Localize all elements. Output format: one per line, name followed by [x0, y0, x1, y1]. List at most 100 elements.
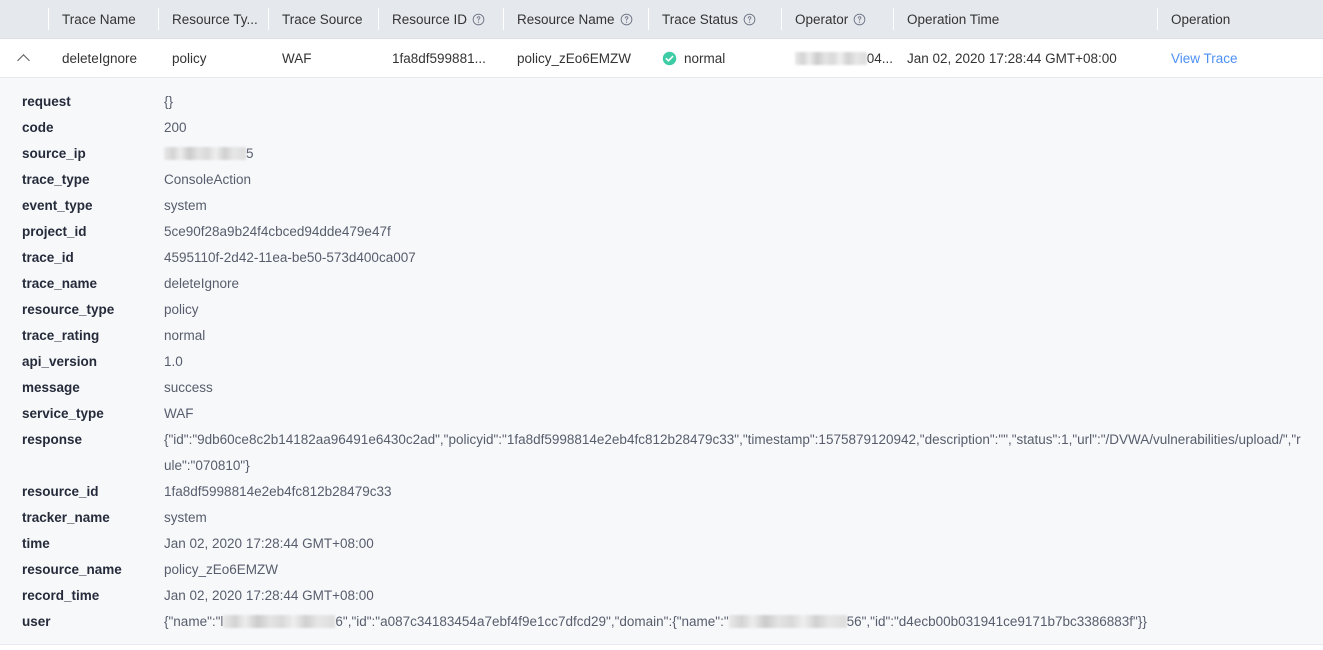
column-header-label: Trace Name — [62, 11, 136, 27]
detail-value: 1.0 — [164, 354, 183, 369]
cell-trace-status: normal — [648, 39, 781, 77]
trace-detail-panel: request {} code 200 source_ip 5 trace_ty… — [0, 78, 1323, 645]
cell-operator: 04... — [781, 39, 893, 77]
detail-row-trace-type: trace_type ConsoleAction — [0, 167, 1323, 193]
detail-label: event_type — [22, 198, 93, 213]
column-header-trace-status[interactable]: Trace Status — [648, 0, 781, 38]
detail-label: record_time — [22, 588, 100, 603]
redacted-operator — [795, 51, 867, 65]
detail-row-request: request {} — [0, 89, 1323, 115]
operator-suffix: 04... — [866, 50, 893, 66]
detail-row-resource-name: resource_name policy_zEo6EMZW — [0, 557, 1323, 583]
cell-operation-time: Jan 02, 2020 17:28:44 GMT+08:00 — [893, 39, 1157, 77]
help-circle-icon[interactable] — [743, 13, 756, 26]
help-circle-icon[interactable] — [620, 13, 633, 26]
cell-resource-id: 1fa8df599881... — [378, 39, 503, 77]
table-row[interactable]: deleteIgnore policy WAF 1fa8df599881... … — [0, 39, 1323, 78]
column-header-operator[interactable]: Operator — [781, 0, 893, 38]
column-header-label: Operator — [795, 11, 849, 27]
column-header-resource-name[interactable]: Resource Name — [503, 0, 648, 38]
view-trace-link[interactable]: View Trace — [1171, 51, 1238, 66]
detail-label: trace_id — [22, 250, 74, 265]
detail-row-message: message success — [0, 375, 1323, 401]
column-header-resource-type[interactable]: Resource Ty... — [158, 0, 268, 38]
detail-label: tracker_name — [22, 510, 110, 525]
detail-row-trace-name: trace_name deleteIgnore — [0, 271, 1323, 297]
detail-row-event-type: event_type system — [0, 193, 1323, 219]
column-header-label: Trace Source — [282, 11, 363, 27]
detail-row-trace-rating: trace_rating normal — [0, 323, 1323, 349]
detail-row-api-version: api_version 1.0 — [0, 349, 1323, 375]
detail-label: trace_name — [22, 276, 98, 291]
detail-row-project-id: project_id 5ce90f28a9b24f4cbced94dde479e… — [0, 219, 1323, 245]
cell-value: WAF — [282, 50, 312, 66]
detail-label: api_version — [22, 354, 98, 369]
row-expand-toggle[interactable] — [0, 39, 48, 77]
column-header-trace-source[interactable]: Trace Source — [268, 0, 378, 38]
status-label: normal — [684, 50, 726, 66]
detail-row-resource-id: resource_id 1fa8df5998814e2eb4fc812b2847… — [0, 479, 1323, 505]
detail-value: normal — [164, 328, 206, 343]
column-header-label: Resource Name — [517, 11, 615, 27]
detail-value: ConsoleAction — [164, 172, 252, 187]
detail-label: resource_name — [22, 562, 122, 577]
source-ip-suffix: 5 — [246, 146, 254, 161]
cell-trace-source: WAF — [268, 39, 378, 77]
detail-label: trace_rating — [22, 328, 100, 343]
table-header-row: Trace Name Resource Ty... Trace Source R… — [0, 0, 1323, 39]
detail-row-service-type: service_type WAF — [0, 401, 1323, 427]
detail-row-record-time: record_time Jan 02, 2020 17:28:44 GMT+08… — [0, 583, 1323, 609]
help-circle-icon[interactable] — [472, 13, 485, 26]
cell-value: deleteIgnore — [62, 50, 138, 66]
cell-value: policy_zEo6EMZW — [517, 50, 632, 66]
detail-value: Jan 02, 2020 17:28:44 GMT+08:00 — [164, 536, 374, 551]
check-circle-icon — [662, 51, 677, 66]
column-header-resource-id[interactable]: Resource ID — [378, 0, 503, 38]
redacted-domain-name — [728, 615, 847, 628]
detail-row-response: response {"id":"9db60ce8c2b14182aa96491e… — [0, 427, 1323, 479]
detail-label: message — [22, 380, 80, 395]
detail-value: WAF — [164, 406, 194, 421]
column-header-trace-name[interactable]: Trace Name — [48, 0, 158, 38]
help-circle-icon[interactable] — [853, 13, 866, 26]
detail-value: 1fa8df5998814e2eb4fc812b28479c33 — [164, 484, 392, 499]
column-header-label: Operation Time — [907, 11, 1000, 27]
cell-value: 1fa8df599881... — [392, 50, 486, 66]
column-header-operation: Operation — [1157, 0, 1313, 38]
column-header-label: Operation — [1171, 11, 1231, 27]
detail-label: code — [22, 120, 54, 135]
cell-value: Jan 02, 2020 17:28:44 GMT+08:00 — [907, 50, 1117, 66]
detail-value: 200 — [164, 120, 187, 135]
detail-value: {} — [164, 94, 174, 109]
column-header-operation-time[interactable]: Operation Time — [893, 0, 1157, 38]
cell-resource-type: policy — [158, 39, 268, 77]
detail-row-user: user {"name":"l 6","id":"a087c34183454a7e… — [0, 609, 1323, 635]
detail-row-trace-id: trace_id 4595110f-2d42-11ea-be50-573d400… — [0, 245, 1323, 271]
chevron-up-icon[interactable] — [18, 52, 31, 65]
detail-value: {"id":"9db60ce8c2b14182aa96491e6430c2ad"… — [164, 432, 1301, 473]
cell-value: policy — [172, 50, 207, 66]
detail-value: Jan 02, 2020 17:28:44 GMT+08:00 — [164, 588, 374, 603]
detail-label: request — [22, 94, 71, 109]
detail-label: source_ip — [22, 146, 86, 161]
detail-label: project_id — [22, 224, 87, 239]
detail-label: resource_type — [22, 302, 115, 317]
detail-row-code: code 200 — [0, 115, 1323, 141]
detail-label: service_type — [22, 406, 104, 421]
detail-value: 4595110f-2d42-11ea-be50-573d400ca007 — [164, 250, 416, 265]
trace-list-table: Trace Name Resource Ty... Trace Source R… — [0, 0, 1323, 645]
detail-value: 5 — [164, 141, 1309, 167]
detail-value: 5ce90f28a9b24f4cbced94dde479e47f — [164, 224, 391, 239]
detail-value: success — [164, 380, 213, 395]
user-prefix: {"name":"l — [164, 614, 224, 629]
detail-label: user — [22, 614, 51, 629]
detail-value: deleteIgnore — [164, 276, 240, 291]
cell-trace-name: deleteIgnore — [48, 39, 158, 77]
detail-value: system — [164, 510, 207, 525]
detail-label: resource_id — [22, 484, 99, 499]
cell-resource-name: policy_zEo6EMZW — [503, 39, 648, 77]
detail-value: {"name":"l 6","id":"a087c34183454a7ebf4f9… — [164, 609, 1309, 635]
redacted-source-ip — [164, 147, 246, 160]
cell-operation: View Trace — [1157, 39, 1313, 77]
detail-label: trace_type — [22, 172, 90, 187]
